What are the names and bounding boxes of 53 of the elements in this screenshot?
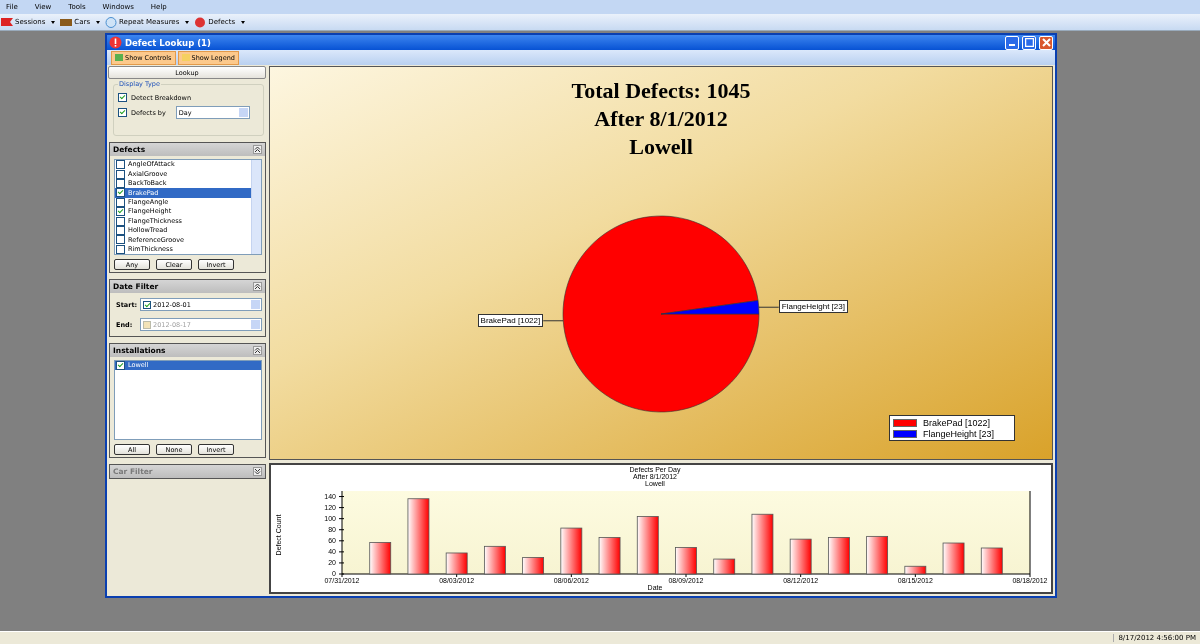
bar <box>789 538 812 575</box>
collapse-icon[interactable] <box>253 145 262 154</box>
flag-icon <box>1 16 13 28</box>
checkbox[interactable] <box>116 244 125 254</box>
maximize-button[interactable] <box>1022 35 1036 50</box>
leader-line <box>542 320 564 322</box>
bar <box>904 565 927 575</box>
checkbox[interactable] <box>116 361 125 371</box>
dropdown-arrow-icon[interactable] <box>185 20 190 24</box>
dropdown-arrow-icon[interactable] <box>241 20 246 24</box>
checkbox[interactable] <box>116 235 125 245</box>
checkbox[interactable] <box>118 93 127 102</box>
legend-label: BrakePad [1022] <box>923 417 991 428</box>
bar <box>751 513 774 575</box>
bar <box>980 547 1003 575</box>
dropdown-arrow-icon[interactable] <box>51 20 56 24</box>
leader-line <box>758 306 780 308</box>
checkbox[interactable] <box>116 216 125 226</box>
close-button[interactable] <box>1039 35 1053 50</box>
bar <box>866 535 888 575</box>
checkbox[interactable] <box>116 197 125 207</box>
bar <box>828 537 850 575</box>
maximize-icon <box>1024 38 1034 47</box>
checkbox[interactable] <box>116 188 125 198</box>
dropdown-arrow-icon[interactable] <box>96 20 101 24</box>
bar <box>484 545 506 575</box>
chart-title: Total Defects: 1045 <box>571 78 751 103</box>
window-title: Defect Lookup (1) <box>125 37 211 48</box>
scrollbar[interactable] <box>251 160 261 254</box>
checkbox[interactable] <box>116 160 125 170</box>
collapse-icon[interactable] <box>253 282 262 291</box>
bar <box>369 542 392 575</box>
legend-label: FlangeHeight [23] <box>923 428 995 439</box>
checkbox[interactable] <box>116 225 125 235</box>
bar <box>942 542 965 575</box>
chart-subtitle: After 8/1/2012 <box>594 106 728 131</box>
checkbox[interactable] <box>116 169 125 179</box>
bar <box>560 527 583 575</box>
close-icon <box>1041 38 1051 47</box>
chart-subtitle: Lowell <box>629 134 693 159</box>
checkbox[interactable] <box>116 178 125 188</box>
bar <box>675 547 697 575</box>
minimize-button[interactable] <box>1005 35 1019 50</box>
bar <box>522 557 544 575</box>
bar <box>445 552 468 575</box>
bar <box>598 537 621 575</box>
slice-label: BrakePad [1022] <box>477 313 544 327</box>
bar <box>636 516 659 575</box>
checkbox[interactable] <box>116 207 125 217</box>
bar <box>713 558 736 575</box>
collapse-icon[interactable] <box>253 346 262 355</box>
checkbox[interactable] <box>118 108 127 117</box>
slice-label: FlangeHeight [23] <box>778 300 848 314</box>
